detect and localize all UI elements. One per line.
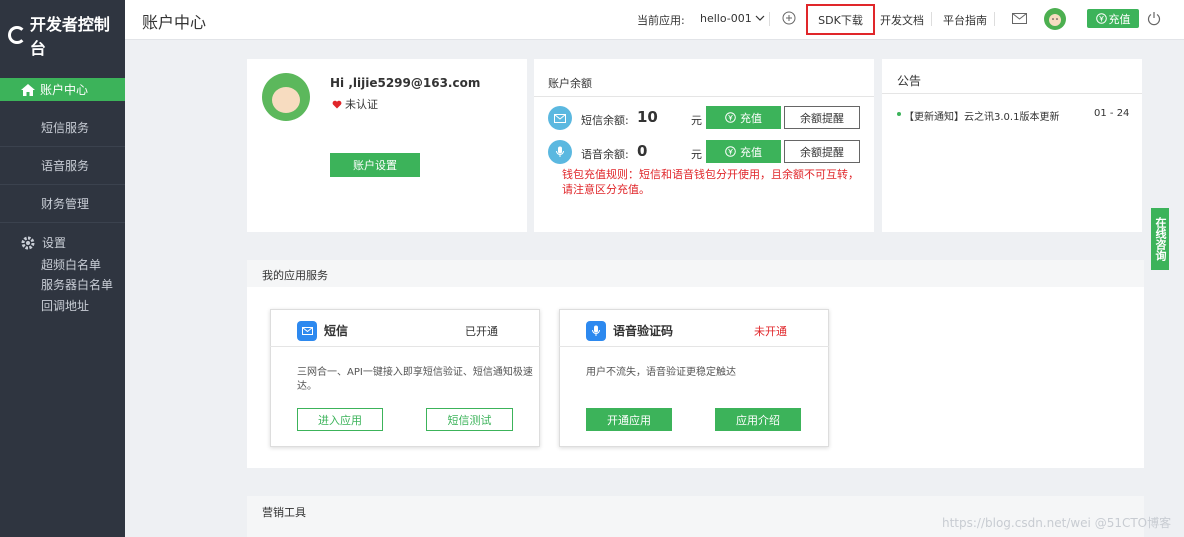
sidebar-item-label: 设置 — [42, 236, 67, 250]
sms-recharge-label: 充值 — [740, 111, 762, 125]
voice-balance-unit: 元 — [691, 148, 702, 161]
add-circle-icon[interactable] — [782, 11, 796, 25]
service-name: 语音验证码 — [613, 324, 674, 338]
divider — [994, 12, 995, 26]
divider — [769, 12, 770, 26]
bullet-icon — [897, 112, 901, 116]
page-title: 账户中心 — [142, 13, 207, 32]
notice-item-date: 01 - 24 — [1094, 108, 1130, 119]
sms-balance-value: 10 — [637, 108, 658, 126]
verify-status[interactable]: 未认证 — [332, 96, 378, 112]
sidebar-subitem-server-whitelist[interactable]: 服务器白名单 — [41, 276, 113, 293]
sidebar-subitem-callback-url[interactable]: 回调地址 — [41, 297, 89, 314]
notice-item[interactable]: 【更新通知】云之讯3.0.1版本更新 — [897, 108, 1059, 123]
top-recharge-label: 充值 — [1108, 12, 1131, 26]
sms-recharge-button[interactable]: 充值 — [706, 106, 781, 129]
sidebar-item-label: 短信服务 — [41, 121, 90, 135]
brand-name: 开发者控制台 — [29, 15, 110, 58]
sms-test-button[interactable]: 短信测试 — [426, 408, 513, 431]
sms-icon — [548, 106, 572, 130]
yuan-icon — [1095, 13, 1107, 24]
sidebar-subitem-overfreq-whitelist[interactable]: 超频白名单 — [41, 256, 101, 273]
online-consult-tab[interactable]: 在线咨询 — [1151, 208, 1169, 270]
service-status: 未开通 — [754, 325, 787, 338]
microphone-icon — [548, 140, 572, 164]
current-app-select[interactable]: hello-001 — [700, 12, 765, 25]
sms-balance-label: 短信余额: — [581, 114, 629, 127]
platform-guide-link[interactable]: 平台指南 — [943, 12, 987, 28]
mail-icon[interactable] — [1012, 13, 1027, 24]
sdk-download-label: SDK下载 — [818, 13, 863, 27]
dev-docs-link[interactable]: 开发文档 — [880, 12, 924, 28]
voice-balance-label: 语音余额: — [581, 148, 629, 161]
sidebar-item-sms[interactable]: 短信服务 — [0, 109, 125, 147]
voice-balance-value: 0 — [637, 142, 648, 160]
home-icon — [21, 83, 35, 96]
activate-app-button[interactable]: 开通应用 — [586, 408, 672, 431]
divider — [270, 346, 540, 347]
watermark: https://blog.csdn.net/wei @51CTO博客 — [942, 516, 1172, 530]
voice-service-icon — [586, 321, 606, 341]
current-app-label: 当前应用: — [637, 14, 685, 27]
recharge-rule-text: 钱包充值规则：短信和语音钱包分开使用，且余额不可互转，请注意区分充值。 — [562, 168, 859, 196]
divider — [931, 12, 932, 26]
sms-service-icon — [297, 321, 317, 341]
avatar-icon — [1049, 14, 1061, 26]
heart-icon — [332, 100, 342, 108]
sidebar-item-label: 账户中心 — [40, 83, 89, 97]
user-avatar-large — [262, 73, 310, 121]
user-avatar-small[interactable] — [1044, 8, 1066, 30]
services-header — [247, 260, 1144, 287]
service-name: 短信 — [324, 324, 349, 338]
current-app-value: hello-001 — [700, 12, 752, 25]
power-icon[interactable] — [1147, 11, 1161, 26]
top-recharge-button[interactable]: 充值 — [1087, 9, 1139, 28]
yuan-icon — [725, 146, 736, 157]
sidebar-item-label: 语音服务 — [41, 159, 90, 173]
gear-icon — [21, 236, 35, 249]
voice-balance-alert-button[interactable]: 余额提醒 — [784, 140, 860, 163]
service-description: 用户不流失，语音验证更稳定触达 — [586, 367, 736, 378]
sidebar-item-settings[interactable]: 设置 — [20, 234, 66, 251]
notice-title: 公告 — [897, 74, 922, 88]
avatar-face-icon — [272, 87, 300, 113]
chevron-down-icon — [755, 15, 765, 21]
app-intro-button[interactable]: 应用介绍 — [715, 408, 801, 431]
sidebar-item-finance[interactable]: 财务管理 — [0, 185, 125, 223]
yuan-icon — [725, 112, 736, 123]
account-settings-button[interactable]: 账户设置 — [330, 153, 420, 177]
sdk-download-link[interactable]: SDK下载 — [806, 4, 875, 35]
verify-status-label: 未认证 — [345, 98, 378, 111]
divider — [534, 96, 874, 97]
voice-recharge-button[interactable]: 充值 — [706, 140, 781, 163]
voice-recharge-label: 充值 — [740, 145, 762, 159]
notice-item-text: 【更新通知】云之讯3.0.1版本更新 — [904, 112, 1060, 123]
balance-title: 账户余额 — [548, 77, 592, 90]
logo-icon — [8, 26, 26, 44]
user-greeting: Hi ,lijie5299@163.com — [330, 76, 481, 90]
service-description: 三网合一、API一键接入即享短信验证、短信通知极速达。 — [297, 367, 533, 392]
sms-balance-unit: 元 — [691, 114, 702, 127]
marketing-title: 营销工具 — [262, 506, 306, 519]
brand-logo[interactable]: 开发者控制台 — [0, 0, 125, 70]
sidebar: 开发者控制台 账户中心 短信服务 语音服务 财务管理 设置 超频白名单 服务器白… — [0, 0, 125, 537]
sms-balance-alert-button[interactable]: 余额提醒 — [784, 106, 860, 129]
top-bar: 账户中心 当前应用: hello-001 SDK下载 开发文档 平台指南 充值 — [125, 0, 1184, 40]
service-status: 已开通 — [465, 325, 498, 338]
enter-app-button[interactable]: 进入应用 — [297, 408, 383, 431]
sidebar-item-label: 财务管理 — [41, 197, 90, 211]
services-title: 我的应用服务 — [262, 269, 328, 282]
online-consult-label: 在线咨询 — [1154, 217, 1167, 261]
sidebar-item-account-center[interactable]: 账户中心 — [0, 78, 125, 101]
divider — [882, 93, 1142, 94]
sidebar-item-voice[interactable]: 语音服务 — [0, 147, 125, 185]
divider — [559, 346, 829, 347]
